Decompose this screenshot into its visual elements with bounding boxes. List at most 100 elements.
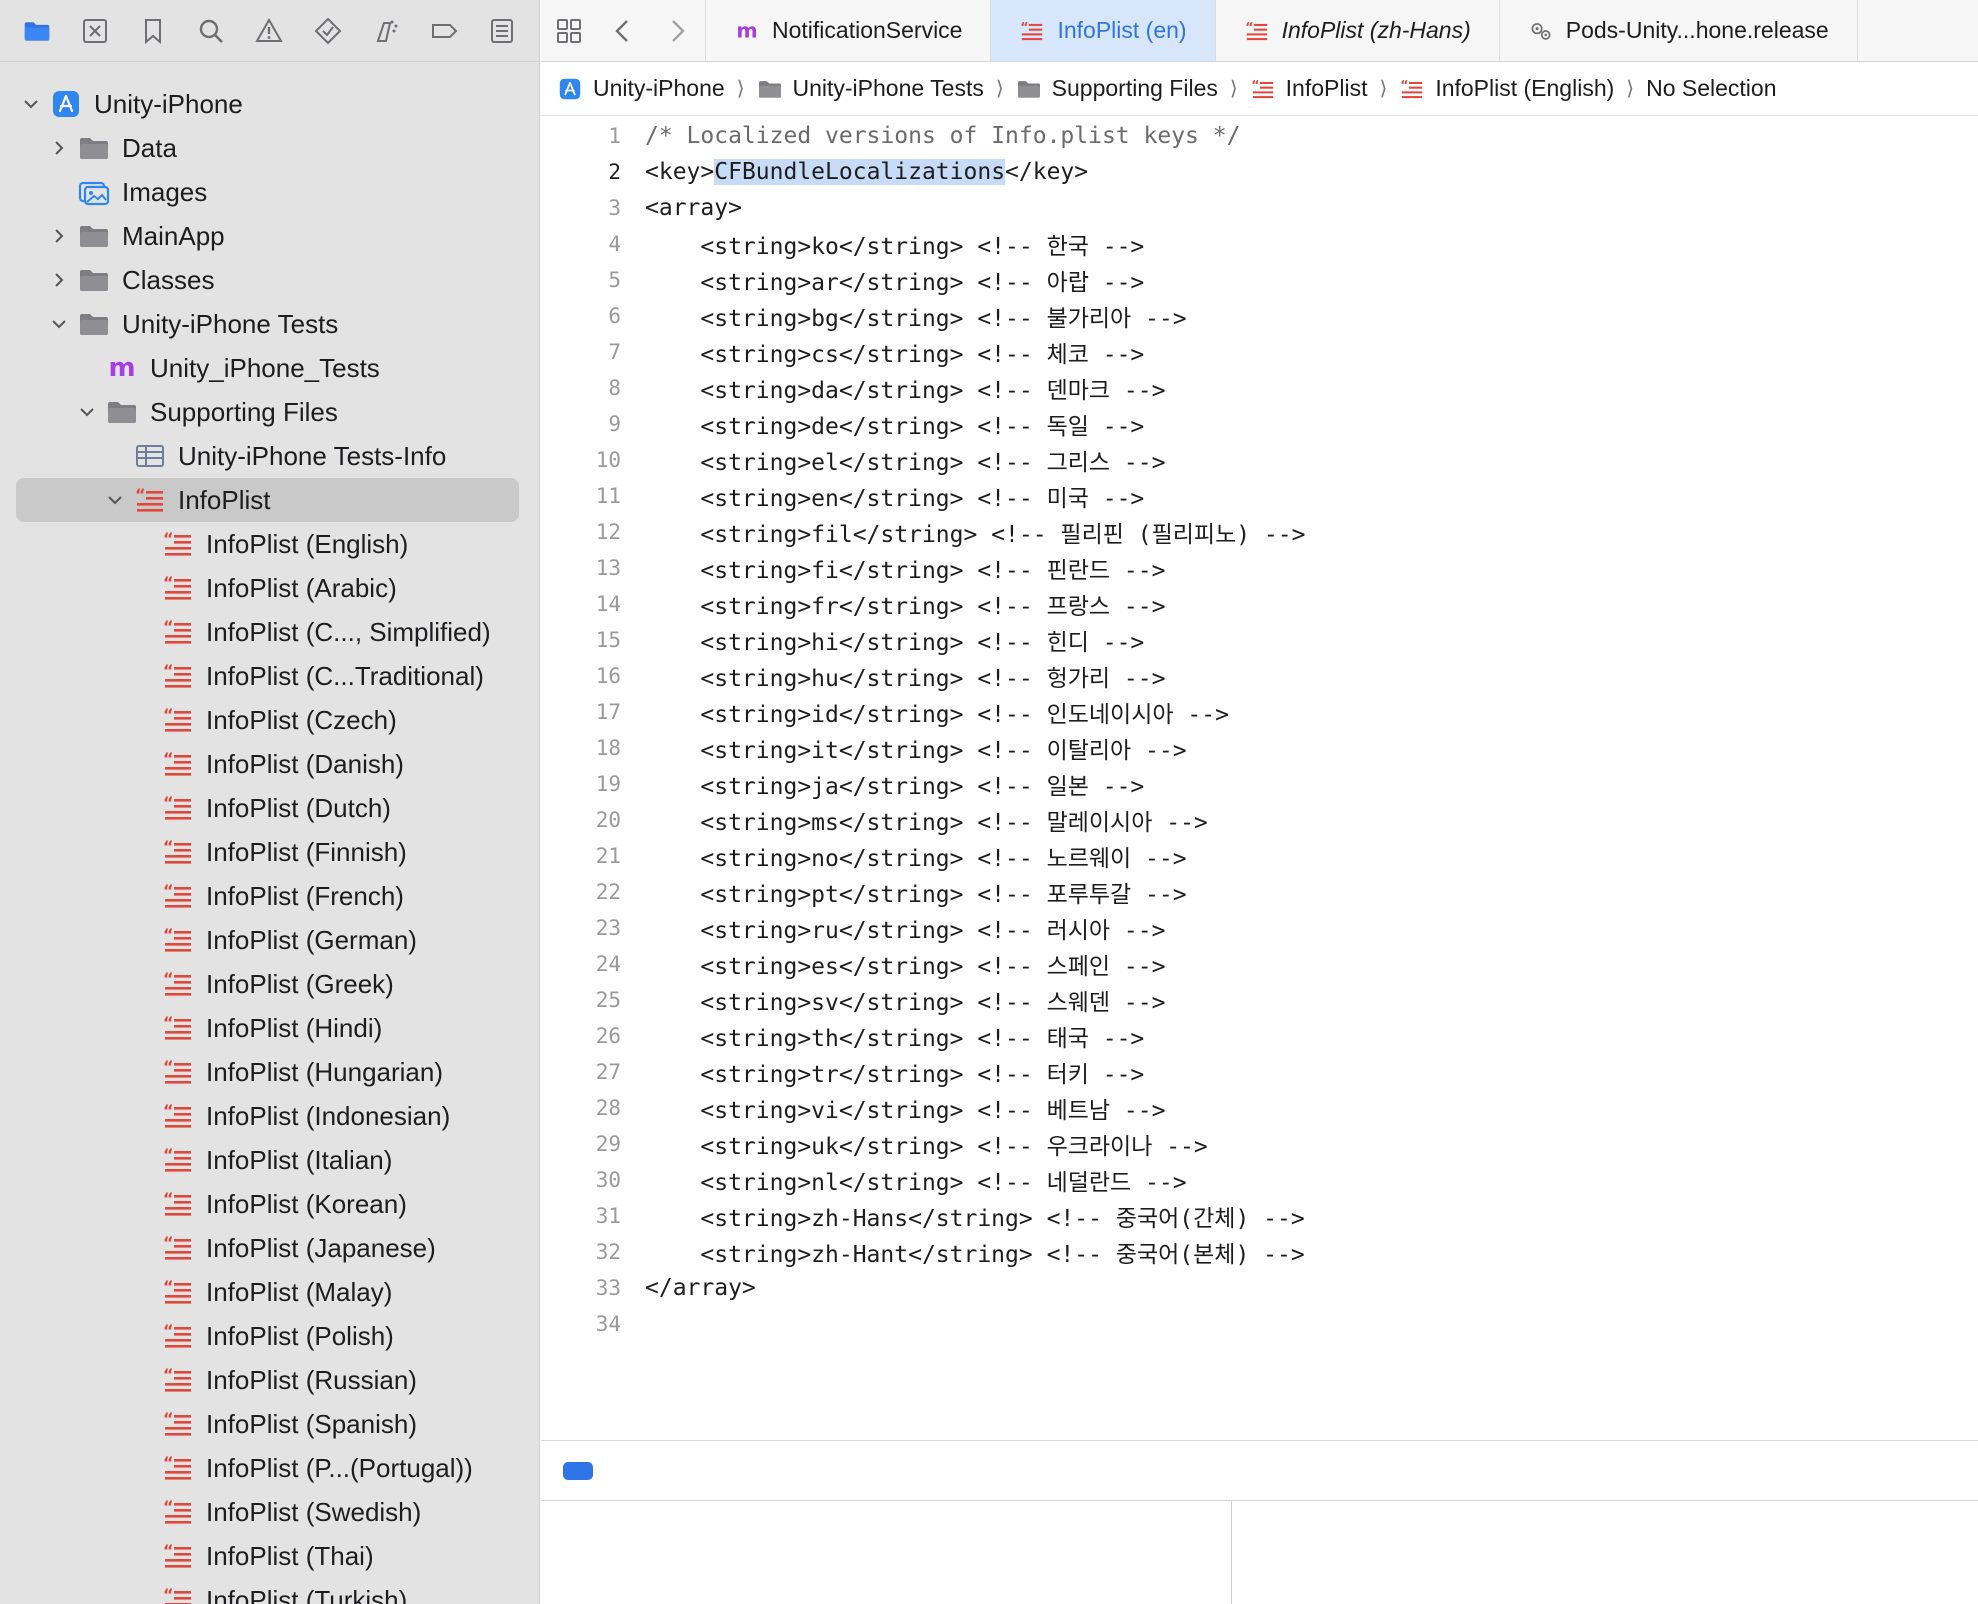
tree-item[interactable]: “ InfoPlist (Swedish)	[0, 1490, 539, 1534]
line-number: 25	[595, 988, 621, 1012]
tree-item[interactable]: Unity-iPhone	[0, 82, 539, 126]
tree-item[interactable]: “ InfoPlist (Greek)	[0, 962, 539, 1006]
issue-icon[interactable]	[251, 13, 287, 49]
chevron-right-icon[interactable]	[48, 137, 70, 159]
tree-item-label: InfoPlist (Dutch)	[206, 792, 391, 823]
tree-item[interactable]: m Unity_iPhone_Tests	[0, 346, 539, 390]
bookmark-icon[interactable]	[135, 13, 171, 49]
folder-icon	[757, 78, 783, 100]
test-icon[interactable]	[310, 13, 346, 49]
tree-item[interactable]: Unity-iPhone Tests-Info	[0, 434, 539, 478]
folder-icon[interactable]	[19, 13, 55, 49]
tree-item[interactable]: “ InfoPlist	[0, 478, 539, 522]
tree-item[interactable]: “ InfoPlist (Italian)	[0, 1138, 539, 1182]
source-control-icon[interactable]	[77, 13, 113, 49]
chevron-down-icon[interactable]	[76, 401, 98, 423]
editor-tab[interactable]: Pods-Unity...hone.release	[1500, 0, 1858, 61]
tree-item[interactable]: “ InfoPlist (Czech)	[0, 698, 539, 742]
breakpoint-icon[interactable]	[426, 13, 462, 49]
tree-item-label: InfoPlist (Turkish)	[206, 1584, 408, 1604]
tree-item[interactable]: “ InfoPlist (P...(Portugal))	[0, 1446, 539, 1490]
tree-item[interactable]: “ InfoPlist (Finnish)	[0, 830, 539, 874]
breadcrumb-item[interactable]: Supporting Files	[1016, 75, 1218, 102]
grid-icon[interactable]	[551, 13, 587, 49]
breadcrumb-label: InfoPlist	[1285, 75, 1368, 101]
folder-icon	[1016, 78, 1042, 100]
breadcrumb-separator: ⟩	[736, 78, 745, 100]
breadcrumb-item[interactable]: Unity-iPhone	[557, 75, 725, 102]
tree-item[interactable]: “ InfoPlist (Korean)	[0, 1182, 539, 1226]
debug-icon[interactable]	[368, 13, 404, 49]
tree-item[interactable]: “ InfoPlist (French)	[0, 874, 539, 918]
code-editor[interactable]: 1 /* Localized versions of Info.plist key…	[541, 116, 1978, 1342]
tree-item[interactable]: “ InfoPlist (Hungarian)	[0, 1050, 539, 1094]
tree-item[interactable]: “ InfoPlist (German)	[0, 918, 539, 962]
strings-file-icon: “	[162, 970, 194, 998]
tree-item[interactable]: “ InfoPlist (Russian)	[0, 1358, 539, 1402]
tree-item-label: Unity-iPhone Tests	[122, 308, 339, 339]
strings-file-icon: “	[162, 662, 194, 690]
tree-item[interactable]: “ InfoPlist (English)	[0, 522, 539, 566]
tree-item[interactable]: “ InfoPlist (Malay)	[0, 1270, 539, 1314]
line-number: 16	[595, 664, 621, 688]
breadcrumb-item[interactable]: Unity-iPhone Tests	[757, 75, 984, 102]
code-text: <string>tr</string> <!-- 터키 -->	[645, 1062, 1145, 1088]
breadcrumb-item[interactable]: No Selection	[1646, 75, 1776, 102]
chevron-right-icon[interactable]	[48, 225, 70, 247]
chevron-down-icon[interactable]	[48, 313, 70, 335]
editor-tab[interactable]: m NotificationService	[706, 0, 992, 61]
code-line: 21 <string>no</string> <!-- 노르웨이 -->	[541, 838, 1978, 874]
objc-m-file-icon: m	[106, 354, 138, 382]
tree-item[interactable]: Data	[0, 126, 539, 170]
code-line: 4 <string>ko</string> <!-- 한국 -->	[541, 226, 1978, 262]
tree-item[interactable]: “ InfoPlist (Spanish)	[0, 1402, 539, 1446]
tree-item[interactable]: “ InfoPlist (C...Traditional)	[0, 654, 539, 698]
tree-item-label: Data	[122, 132, 177, 163]
breadcrumb-item[interactable]: “ InfoPlist	[1250, 75, 1368, 102]
editor-tab[interactable]: “ InfoPlist (en)	[991, 0, 1216, 61]
breadcrumb-item[interactable]: “ InfoPlist (English)	[1399, 75, 1615, 102]
tree-item-label: InfoPlist (C..., Simplified)	[206, 616, 491, 647]
tree-item[interactable]: “ InfoPlist (C..., Simplified)	[0, 610, 539, 654]
breadcrumb-label: InfoPlist (English)	[1435, 75, 1615, 101]
tree-item[interactable]: “ InfoPlist (Indonesian)	[0, 1094, 539, 1138]
tree-item[interactable]: Unity-iPhone Tests	[0, 302, 539, 346]
tree-item[interactable]: “ InfoPlist (Arabic)	[0, 566, 539, 610]
tree-item[interactable]: “ InfoPlist (Danish)	[0, 742, 539, 786]
tree-item[interactable]: MainApp	[0, 214, 539, 258]
chevron-down-icon[interactable]	[20, 93, 42, 115]
folder-icon	[78, 266, 110, 294]
debug-area-toggle[interactable]	[563, 1461, 593, 1480]
chevron-right-icon[interactable]	[48, 269, 70, 291]
tree-item[interactable]: Classes	[0, 258, 539, 302]
tree-item[interactable]: “ InfoPlist (Dutch)	[0, 786, 539, 830]
svg-text:“: “	[163, 1586, 174, 1604]
tree-item[interactable]: Supporting Files	[0, 390, 539, 434]
editor-tab[interactable]: “ InfoPlist (zh-Hans)	[1216, 0, 1500, 61]
navigator-toolbar	[0, 0, 539, 62]
tree-item[interactable]: “ InfoPlist (Polish)	[0, 1314, 539, 1358]
find-icon[interactable]	[193, 13, 229, 49]
line-number: 28	[595, 1096, 621, 1120]
tree-item-label: InfoPlist (P...(Portugal))	[206, 1452, 473, 1483]
tree-item[interactable]: Images	[0, 170, 539, 214]
strings-file-icon: “	[162, 1278, 194, 1306]
tree-item[interactable]: “ InfoPlist (Hindi)	[0, 1006, 539, 1050]
tree-item[interactable]: “ InfoPlist (Thai)	[0, 1534, 539, 1578]
strings-file-icon: “	[162, 574, 194, 602]
tree-item[interactable]: “ InfoPlist (Turkish)	[0, 1578, 539, 1604]
code-line: 22 <string>pt</string> <!-- 포루투갈 -->	[541, 874, 1978, 910]
debug-area-divider[interactable]	[1231, 1501, 1232, 1604]
code-text: <string>nl</string> <!-- 네덜란드 -->	[645, 1170, 1187, 1196]
chevron-down-icon[interactable]	[104, 489, 126, 511]
forward-arrow-icon[interactable]	[659, 13, 695, 49]
back-arrow-icon[interactable]	[605, 13, 641, 49]
tree-item[interactable]: “ InfoPlist (Japanese)	[0, 1226, 539, 1270]
report-icon[interactable]	[484, 13, 520, 49]
svg-text:“: “	[163, 662, 174, 680]
